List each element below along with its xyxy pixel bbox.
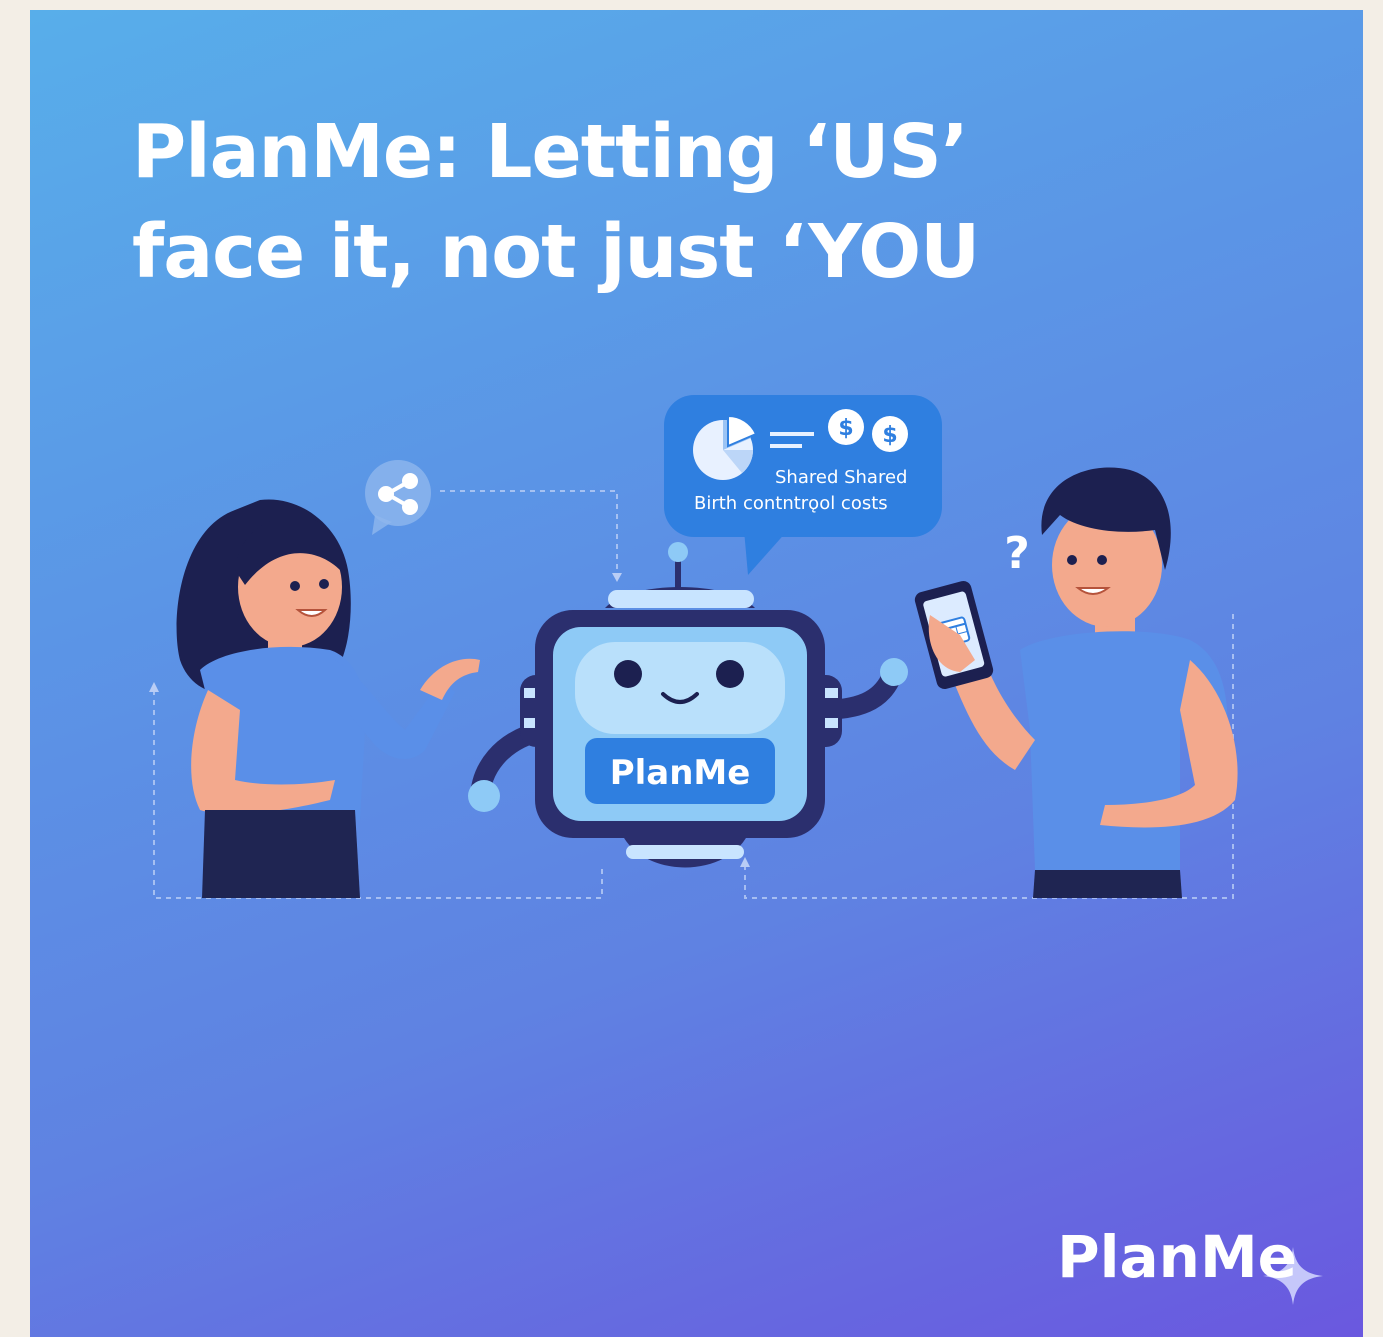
- speech-bubble: $ $ Shared Shared Birth contntrǫol costs: [664, 395, 942, 575]
- illustration-scene: $ $ Shared Shared Birth contntrǫol costs: [149, 395, 1323, 1305]
- speech-bubble-line-1: Shared Shared: [775, 467, 907, 488]
- dollar-symbol-2: $: [882, 423, 897, 448]
- speech-bubble-line-2: Birth contntrǫol costs: [694, 493, 888, 514]
- robot-figure: PlanMe: [468, 542, 908, 868]
- share-bubble: [365, 460, 431, 535]
- woman-figure: [176, 499, 480, 898]
- dollar-symbol-1: $: [838, 416, 853, 441]
- robot-label: PlanMe: [610, 753, 751, 793]
- brand-logo: PlanMe: [1057, 1223, 1297, 1291]
- question-mark: ?: [1004, 528, 1030, 579]
- poster-canvas: PlanMe: Letting ‘US’ face it, not just ‘…: [30, 10, 1363, 1337]
- man-figure: ?: [914, 467, 1238, 898]
